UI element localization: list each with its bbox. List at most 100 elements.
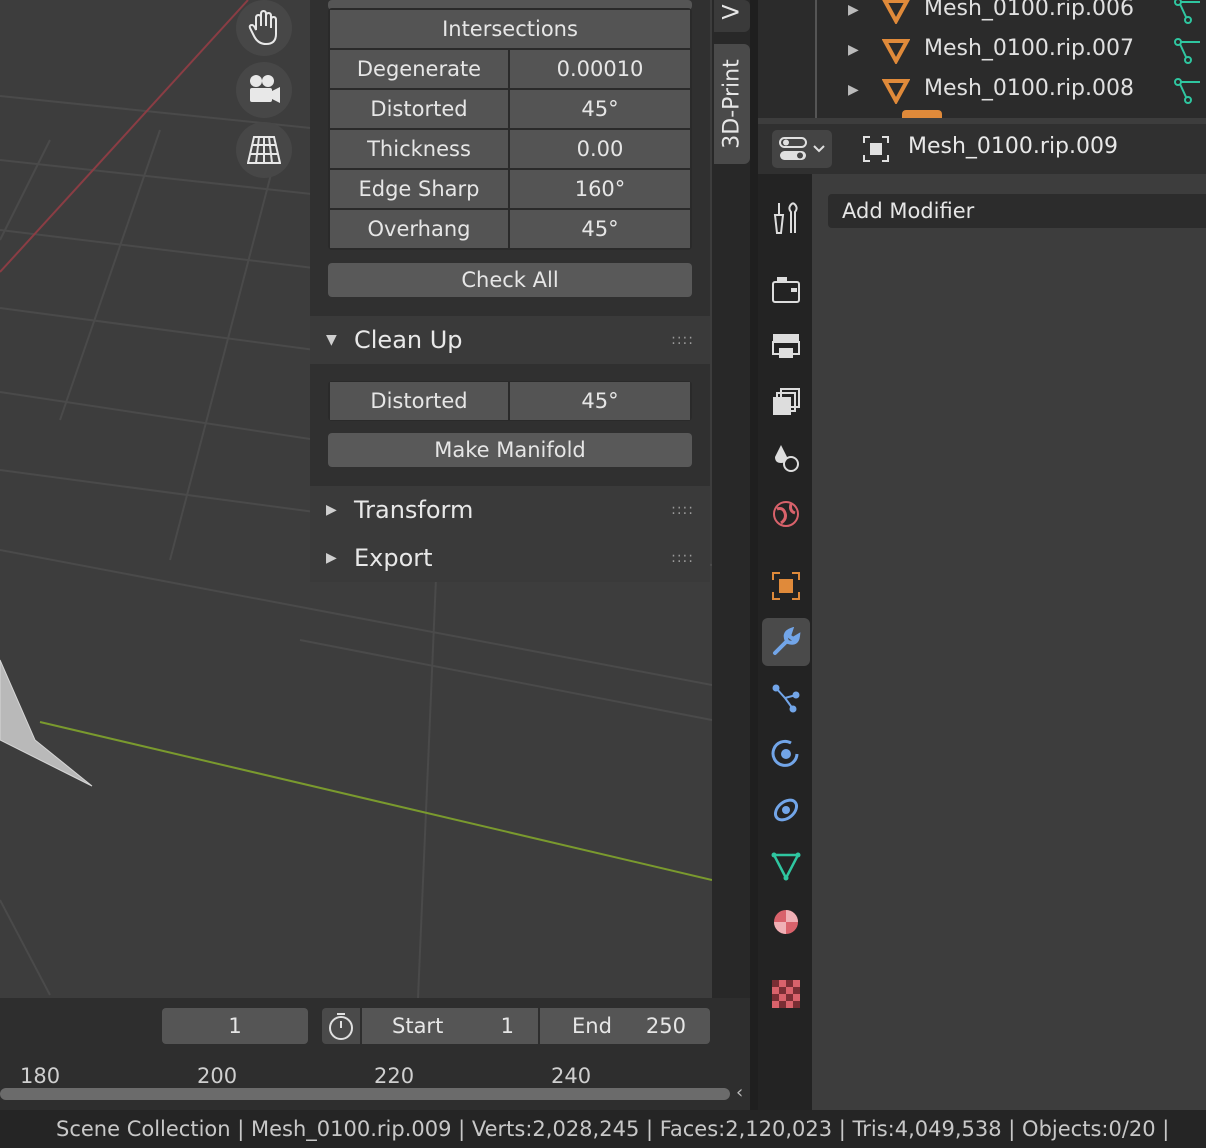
distorted-label[interactable]: Distorted xyxy=(330,90,508,128)
mesh-data-icon xyxy=(771,852,801,881)
intersections-button[interactable]: Intersections xyxy=(330,10,690,48)
tab-3d-print[interactable]: 3D-Print xyxy=(714,44,750,164)
overhang-value[interactable]: 45° xyxy=(510,210,690,248)
expand-arrow-icon[interactable]: ▶ xyxy=(848,42,859,58)
start-value: 1 xyxy=(500,1014,514,1038)
object-orange-icon xyxy=(772,572,800,600)
tab-particles[interactable] xyxy=(762,674,810,722)
frame-tick: 240 xyxy=(551,1064,592,1088)
chevron-left-icon[interactable]: ‹ xyxy=(736,1082,743,1103)
tool-icon xyxy=(773,202,798,234)
outliner-item-label: Mesh_0100.rip.007 xyxy=(924,36,1135,61)
make-manifold-button[interactable]: Make Manifold xyxy=(328,433,692,467)
world-icon xyxy=(773,501,799,527)
outliner-row[interactable]: ▶ Mesh_0100.rip.008 xyxy=(758,70,1206,110)
distorted-value[interactable]: 45° xyxy=(510,90,690,128)
end-label: End xyxy=(572,1014,612,1038)
cleanup-title: Clean Up xyxy=(354,326,463,354)
material-icon xyxy=(774,910,798,934)
stopwatch-icon xyxy=(329,1013,353,1040)
outliner: ▶ Mesh_0100.rip.006 ▶ Mesh_0100.rip.007 … xyxy=(758,0,1206,118)
tab-object[interactable] xyxy=(762,562,810,610)
current-frame-field[interactable]: 1 xyxy=(162,1008,308,1044)
degenerate-value[interactable]: 0.00010 xyxy=(510,50,690,88)
drag-grip-icon[interactable]: :::: xyxy=(671,486,694,534)
end-frame-field[interactable]: End 250 xyxy=(540,1008,710,1044)
tab-texture[interactable] xyxy=(762,970,810,1018)
tab-data[interactable] xyxy=(762,842,810,890)
edge-sharp-value[interactable]: 160° xyxy=(510,170,690,208)
export-panel-header[interactable]: ▶ Export :::: xyxy=(310,534,710,582)
outliner-row[interactable]: ▶ Mesh_0100.rip.006 xyxy=(758,0,1206,30)
wrench-icon xyxy=(773,627,801,655)
outliner-item-label: Mesh_0100.rip.008 xyxy=(924,76,1135,101)
area-divider[interactable] xyxy=(750,0,758,1110)
next-row-partial-icon xyxy=(902,110,942,118)
end-value: 250 xyxy=(645,1014,686,1038)
expand-arrow-icon[interactable]: ▶ xyxy=(848,2,859,18)
transform-panel-header[interactable]: ▶ Transform :::: xyxy=(310,486,710,534)
collapsed-arrow-icon: ▶ xyxy=(326,502,337,518)
add-modifier-button[interactable]: Add Modifier xyxy=(828,194,1206,228)
frame-tick: 200 xyxy=(197,1064,238,1088)
tab-constraints[interactable] xyxy=(762,786,810,834)
tab-modifiers[interactable] xyxy=(762,618,810,666)
status-bar: Scene Collection | Mesh_0100.rip.009 | V… xyxy=(0,1110,1206,1148)
drag-grip-icon[interactable]: :::: xyxy=(671,534,694,582)
3d-viewport[interactable]: Intersections Degenerate 0.00010 Distort… xyxy=(0,0,712,998)
modifier-properties: Add Modifier xyxy=(812,174,1206,1110)
sidebar-tab-column: V 3D-Print xyxy=(712,0,754,998)
cleanup-distorted-row: Distorted 45° xyxy=(328,381,692,421)
check-all-button[interactable]: Check All xyxy=(328,263,692,297)
physics-icon xyxy=(771,739,799,767)
grid-perspective-icon xyxy=(247,136,281,164)
start-frame-field[interactable]: Start 1 xyxy=(362,1008,538,1044)
cleanup-distorted-label[interactable]: Distorted xyxy=(330,382,508,420)
add-modifier-label: Add Modifier xyxy=(842,199,975,223)
camera-icon xyxy=(250,75,280,103)
edge-sharp-label[interactable]: Edge Sharp xyxy=(330,170,508,208)
drag-grip-icon[interactable]: :::: xyxy=(671,316,694,364)
editor-type-button[interactable] xyxy=(772,130,832,168)
tab-physics[interactable] xyxy=(762,730,810,778)
tab-scene[interactable] xyxy=(762,434,810,482)
cleanup-distorted-value[interactable]: 45° xyxy=(510,382,690,420)
mesh-object-icon xyxy=(882,0,910,24)
tab-material[interactable] xyxy=(762,898,810,946)
auto-keying-button[interactable] xyxy=(322,1008,360,1044)
particles-icon xyxy=(772,684,800,713)
tab-world[interactable] xyxy=(762,490,810,538)
scene-icon xyxy=(775,445,799,472)
tab-view[interactable]: V xyxy=(714,0,750,32)
camera-view-button[interactable] xyxy=(236,62,292,118)
object-icon xyxy=(863,136,889,162)
vertex-groups-icon xyxy=(1174,0,1200,24)
thickness-label[interactable]: Thickness xyxy=(330,130,508,168)
checker-texture-icon xyxy=(772,980,800,1008)
hand-pan-button[interactable] xyxy=(236,0,292,56)
scene-statistics: Scene Collection | Mesh_0100.rip.009 | V… xyxy=(56,1117,1170,1141)
timeline-scrollbar[interactable] xyxy=(0,1088,730,1100)
object-name: Mesh_0100.rip.009 xyxy=(908,134,1119,159)
collapsed-arrow-icon: ▶ xyxy=(326,550,337,566)
x-axis-line xyxy=(0,0,249,273)
degenerate-label[interactable]: Degenerate xyxy=(330,50,508,88)
printer-icon xyxy=(772,334,800,358)
tab-output[interactable] xyxy=(762,322,810,370)
vertex-groups-icon xyxy=(1174,78,1200,104)
thickness-value[interactable]: 0.00 xyxy=(510,130,690,168)
properties-editor-icon xyxy=(779,137,825,160)
overhang-label[interactable]: Overhang xyxy=(330,210,508,248)
ortho-toggle-button[interactable] xyxy=(236,122,292,178)
cleanup-panel-header[interactable]: ▼ Clean Up :::: xyxy=(310,316,710,364)
tab-render[interactable] xyxy=(762,266,810,314)
outliner-row[interactable]: ▶ Mesh_0100.rip.007 xyxy=(758,30,1206,70)
properties-header: Mesh_0100.rip.009 xyxy=(758,124,1206,174)
expanded-arrow-icon: ▼ xyxy=(326,332,337,348)
transform-title: Transform xyxy=(354,496,474,524)
tab-view-layer[interactable] xyxy=(762,378,810,426)
outliner-item-label: Mesh_0100.rip.006 xyxy=(924,0,1135,21)
image-stack-icon xyxy=(773,388,800,415)
tab-tool[interactable] xyxy=(762,194,810,242)
expand-arrow-icon[interactable]: ▶ xyxy=(848,82,859,98)
